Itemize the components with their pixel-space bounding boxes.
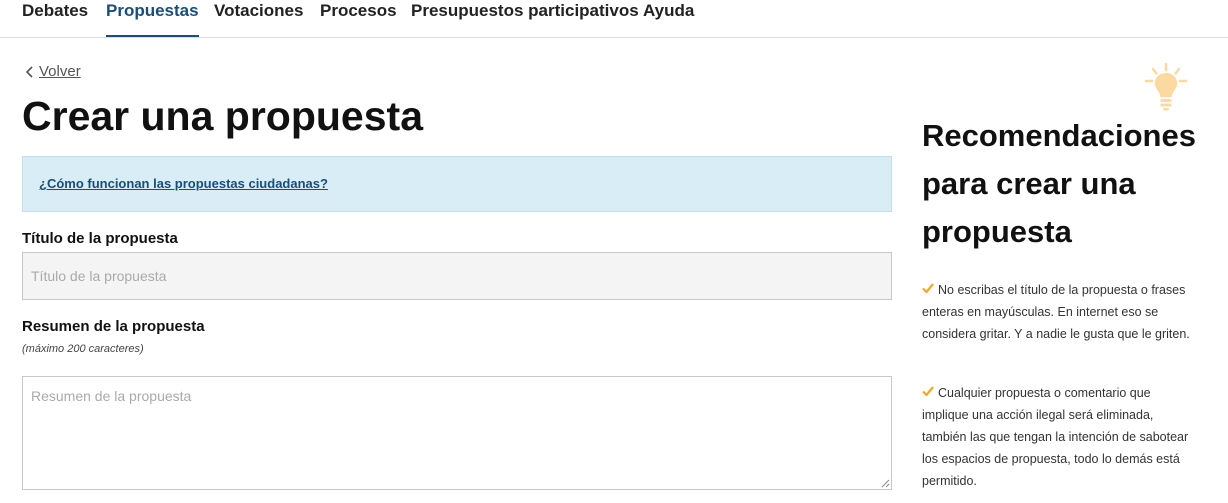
how-proposals-work-link[interactable]: ¿Cómo funcionan las propuestas ciudadana… — [39, 176, 328, 191]
nav-item-votaciones[interactable]: Votaciones — [214, 0, 303, 38]
page-title: Crear una propuesta — [22, 93, 423, 139]
recommendation-item: No escribas el título de la propuesta o … — [922, 279, 1192, 345]
summary-char-limit-hint: (máximo 200 caracteres) — [22, 343, 144, 355]
recommendation-text: No escribas el título de la propuesta o … — [922, 283, 1190, 341]
nav-item-propuestas[interactable]: Propuestas — [106, 0, 199, 38]
nav-item-ayuda[interactable]: Ayuda — [643, 0, 694, 38]
lightbulb-icon — [1144, 62, 1188, 111]
nav-item-debates[interactable]: Debates — [22, 0, 88, 38]
check-icon — [922, 386, 934, 396]
resize-grip-icon[interactable] — [880, 478, 890, 488]
recommendations-title: Recomendaciones para crear una propuesta — [922, 118, 1196, 249]
main-navigation: Debates Propuestas Votaciones Procesos P… — [0, 0, 1228, 38]
info-callout: ¿Cómo funcionan las propuestas ciudadana… — [22, 156, 892, 212]
title-field-label: Título de la propuesta — [22, 230, 178, 247]
back-link[interactable]: Volver — [25, 63, 81, 80]
nav-item-procesos[interactable]: Procesos — [320, 0, 397, 38]
chevron-left-icon — [25, 65, 33, 78]
summary-textarea[interactable] — [22, 376, 892, 490]
nav-item-presupuestos-participativos[interactable]: Presupuestos participativos — [411, 0, 639, 38]
check-icon — [922, 283, 934, 293]
back-link-label[interactable]: Volver — [39, 63, 81, 80]
summary-field-label: Resumen de la propuesta — [22, 318, 205, 335]
title-input[interactable] — [22, 252, 892, 300]
recommendation-item: Cualquier propuesta o comentario que imp… — [922, 382, 1192, 492]
recommendation-text: Cualquier propuesta o comentario que imp… — [922, 386, 1189, 488]
